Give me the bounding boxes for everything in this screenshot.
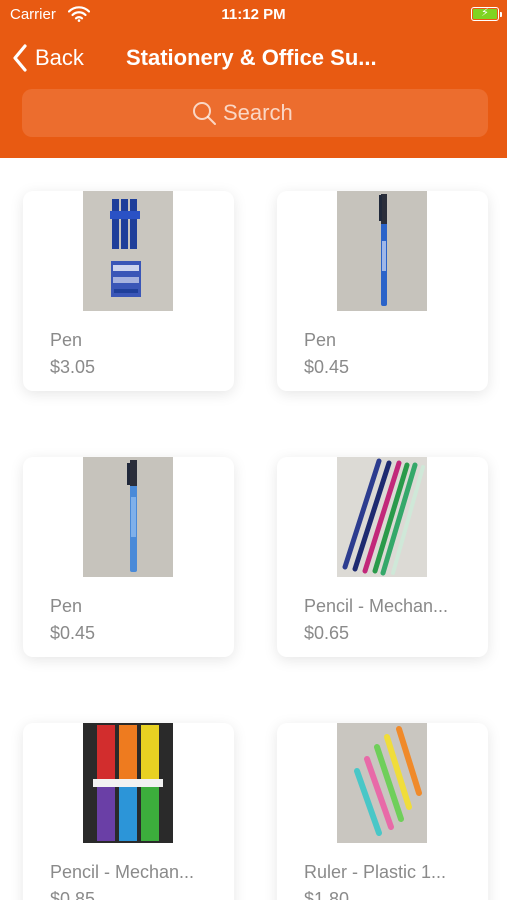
product-price: $3.05 <box>50 357 96 377</box>
product-name: Pencil - Mechan... <box>50 862 195 882</box>
search-input[interactable] <box>223 100 319 126</box>
product-name: Pen <box>50 596 83 616</box>
chevron-left-icon <box>13 44 27 72</box>
status-bar: Carrier 11:12 PM ⚡ <box>0 0 507 30</box>
product-image-blue-pens-pack <box>83 191 173 311</box>
product-price: $0.45 <box>50 623 96 643</box>
product-name: Pen <box>50 330 83 350</box>
product-name: Pen <box>304 330 337 350</box>
product-card[interactable]: Ruler - Plastic 1... $1.80 <box>277 723 488 900</box>
status-time: 11:12 PM <box>221 6 286 23</box>
product-card[interactable]: Pen $0.45 <box>23 457 234 657</box>
product-name: Ruler - Plastic 1... <box>304 862 447 882</box>
product-grid: Pen $3.05 Pen $0.45 Pen $0.45 Pencil - M… <box>0 158 507 900</box>
product-name: Pencil - Mechan... <box>304 596 449 616</box>
product-price: $0.45 <box>304 357 350 377</box>
product-image-single-blue-pen <box>337 191 427 311</box>
product-card[interactable]: Pencil - Mechan... $0.85 <box>23 723 234 900</box>
product-image-mechanical-pencils-boxes <box>83 723 173 843</box>
back-button[interactable]: Back <box>12 40 84 76</box>
product-image-single-blue-pen <box>83 457 173 577</box>
search-icon <box>193 102 216 125</box>
search-bar[interactable] <box>22 89 488 137</box>
product-price: $0.85 <box>50 889 96 900</box>
back-label: Back <box>35 45 84 70</box>
product-image-plastic-rulers <box>337 723 427 843</box>
navigation-bar: Back Stationery & Office Su... <box>0 36 507 80</box>
page-title: Stationery & Office Su... <box>126 45 377 70</box>
product-card[interactable]: Pen $0.45 <box>277 191 488 391</box>
product-price: $1.80 <box>304 889 350 900</box>
app-header: Carrier 11:12 PM ⚡ Back Stationery & Off… <box>0 0 507 158</box>
product-card[interactable]: Pencil - Mechan... $0.65 <box>277 457 488 657</box>
battery-icon: ⚡ <box>471 7 502 21</box>
product-card[interactable]: Pen $3.05 <box>23 191 234 391</box>
product-price: $0.65 <box>304 623 350 643</box>
product-image-colored-mechanical-pencils <box>337 457 427 577</box>
